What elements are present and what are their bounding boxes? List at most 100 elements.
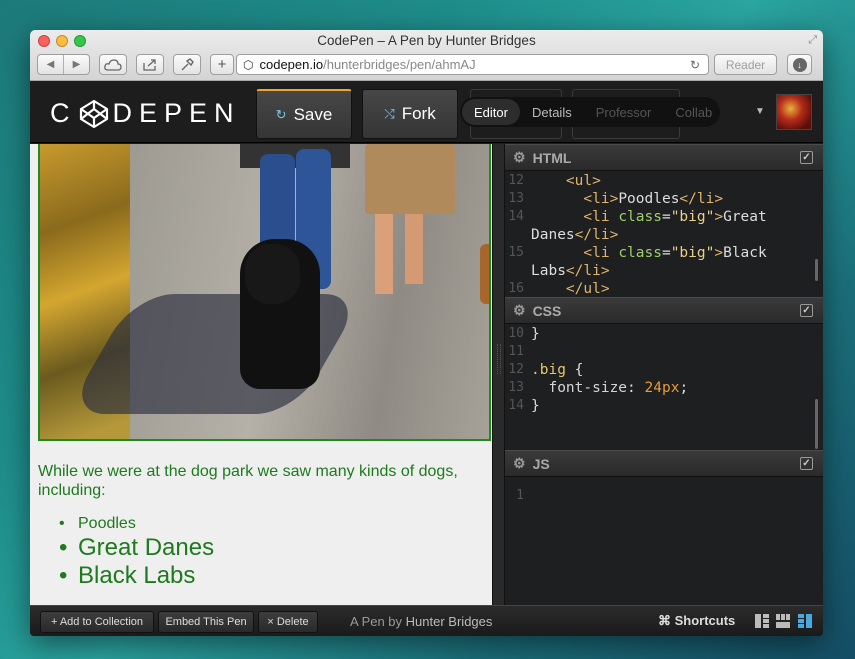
code-line[interactable]: 10} xyxy=(505,325,823,343)
css-scrollbar[interactable] xyxy=(815,399,818,449)
save-label: Save xyxy=(293,104,333,124)
shortcuts-link[interactable]: ⌘ Shortcuts xyxy=(658,613,735,629)
dog-park-photo xyxy=(38,144,491,441)
list-item: Black Labs xyxy=(56,562,483,590)
list-item: Poodles xyxy=(56,514,483,534)
view-switcher: Editor Details Professor Collab xyxy=(460,97,720,127)
reader-button[interactable]: Reader xyxy=(714,54,777,75)
browser-chrome: CodePen – A Pen by Hunter Bridges ⤢ ◀ ▶ … xyxy=(30,30,823,81)
tools-button[interactable] xyxy=(173,54,201,75)
new-tab-button[interactable]: + xyxy=(210,54,234,75)
code-line[interactable]: 16 </ul> xyxy=(505,280,823,297)
add-to-collection-button[interactable]: + Add to Collection xyxy=(40,611,154,633)
code-text: <li class="big">Great xyxy=(583,209,767,225)
tools-icon xyxy=(181,57,194,70)
tab-collab[interactable]: Collab xyxy=(663,99,724,125)
html-editor-header[interactable]: ⚙ HTML ✓ xyxy=(505,144,823,171)
html-scrollbar[interactable] xyxy=(815,259,818,281)
downloads-button[interactable]: ↓ xyxy=(787,54,812,75)
tab-editor[interactable]: Editor xyxy=(462,99,520,125)
list-item: Great Danes xyxy=(56,534,483,562)
share-icon xyxy=(143,58,156,71)
code-line[interactable]: 15 <li class="big">Black xyxy=(505,244,823,262)
save-button[interactable]: ↻ Save xyxy=(256,89,352,139)
tab-professor[interactable]: Professor xyxy=(584,99,664,125)
line-number: 14 xyxy=(508,209,524,224)
address-bar[interactable]: ⬡ codepen.io/hunterbridges/pen/ahmAJ ↻ xyxy=(236,54,709,75)
code-text: .big { xyxy=(531,362,584,378)
chevron-down-icon[interactable]: ▼ xyxy=(755,106,765,117)
layout-left-icon[interactable] xyxy=(755,614,769,628)
code-line[interactable]: Labs</li> xyxy=(505,262,823,280)
codepen-cube-icon xyxy=(79,99,108,128)
html-code-area[interactable]: 12 <ul> 13 <li>Poodles</li> 14 <li class="… xyxy=(505,172,823,297)
checkbox-icon[interactable]: ✓ xyxy=(800,457,813,470)
line-number: 12 xyxy=(508,173,524,188)
fork-button[interactable]: ⤭ Fork xyxy=(362,89,458,139)
credit-prefix: A Pen by xyxy=(350,614,403,629)
editor-panes: ⚙ HTML ✓ 12 <ul> 13 <li>Poodles</li> 14 <l… xyxy=(505,144,823,605)
line-number: 13 xyxy=(508,191,524,206)
browser-window: CodePen – A Pen by Hunter Bridges ⤢ ◀ ▶ … xyxy=(30,30,823,636)
css-code-area[interactable]: 10} 11 12 .big {13 font-size: 24px; 14} xyxy=(505,325,823,450)
site-icon: ⬡ xyxy=(243,57,254,72)
delete-button[interactable]: × Delete xyxy=(258,611,318,633)
layout-top-icon[interactable] xyxy=(776,614,790,628)
checkbox-icon[interactable]: ✓ xyxy=(800,151,813,164)
fork-label: Fork xyxy=(401,104,436,123)
code-line[interactable]: Danes</li> xyxy=(505,226,823,244)
share-button[interactable] xyxy=(136,54,164,75)
line-number xyxy=(505,226,531,244)
logo-text-right: DEPEN xyxy=(112,98,241,128)
cloud-icon xyxy=(104,58,122,71)
code-text: <ul> xyxy=(565,173,601,189)
js-code-area[interactable]: 1 xyxy=(505,487,823,602)
fork-icon: ⤭ xyxy=(384,106,395,121)
gear-icon[interactable]: ⚙ xyxy=(513,302,526,319)
cloud-button[interactable] xyxy=(99,54,127,75)
back-icon[interactable]: ◀ xyxy=(38,59,63,70)
layout-right-icon[interactable] xyxy=(798,614,812,628)
embed-button[interactable]: Embed This Pen xyxy=(158,611,254,633)
gear-icon[interactable]: ⚙ xyxy=(513,455,526,472)
line-number: 13 xyxy=(508,380,524,395)
reload-icon[interactable]: ↻ xyxy=(690,58,700,72)
html-editor-title: HTML xyxy=(532,149,572,166)
pane-resizer[interactable] xyxy=(492,144,505,605)
dog-list: Poodles Great Danes Black Labs xyxy=(38,514,483,590)
codepen-logo[interactable]: C DEPEN xyxy=(50,98,241,129)
code-line[interactable]: 12 .big { xyxy=(505,361,823,379)
line-number: 11 xyxy=(508,344,524,359)
tab-details[interactable]: Details xyxy=(520,99,584,125)
code-line[interactable]: 13 font-size: 24px; xyxy=(505,379,823,397)
url-host: codepen.io xyxy=(259,57,324,72)
credit-author[interactable]: Hunter Bridges xyxy=(406,614,493,629)
css-editor-title: CSS xyxy=(532,302,562,319)
code-text: Labs</li> xyxy=(531,263,610,279)
intro-paragraph: While we were at the dog park we saw man… xyxy=(38,463,458,499)
forward-icon[interactable]: ▶ xyxy=(64,59,89,70)
code-text: </ul> xyxy=(565,281,610,297)
preview-content: While we were at the dog park we saw man… xyxy=(38,462,483,590)
code-line[interactable]: 12 <ul> xyxy=(505,172,823,190)
code-line[interactable]: 13 <li>Poodles</li> xyxy=(505,190,823,208)
code-line[interactable]: 11 xyxy=(505,343,823,361)
codepen-header: C DEPEN ↻ Save ⤭ Fork Editor Details Pro… xyxy=(30,81,823,143)
code-line[interactable]: 14} xyxy=(505,397,823,415)
checkbox-icon[interactable]: ✓ xyxy=(800,304,813,317)
gear-icon[interactable]: ⚙ xyxy=(513,149,526,166)
css-editor-header[interactable]: ⚙ CSS ✓ xyxy=(505,297,823,324)
js-editor-header[interactable]: ⚙ JS ✓ xyxy=(505,450,823,477)
download-icon: ↓ xyxy=(792,57,807,72)
code-line[interactable]: 14 <li class="big">Great xyxy=(505,208,823,226)
fullscreen-icon[interactable]: ⤢ xyxy=(808,34,817,47)
code-text: } xyxy=(531,326,540,342)
preview-pane: While we were at the dog park we saw man… xyxy=(30,144,492,605)
line-number xyxy=(505,262,531,280)
line-number: 16 xyxy=(508,281,524,296)
line-number: 10 xyxy=(508,326,524,341)
code-line[interactable]: 1 xyxy=(505,487,823,505)
avatar[interactable] xyxy=(776,94,812,130)
js-editor-title: JS xyxy=(532,455,550,472)
code-text: <li>Poodles</li> xyxy=(583,191,724,207)
